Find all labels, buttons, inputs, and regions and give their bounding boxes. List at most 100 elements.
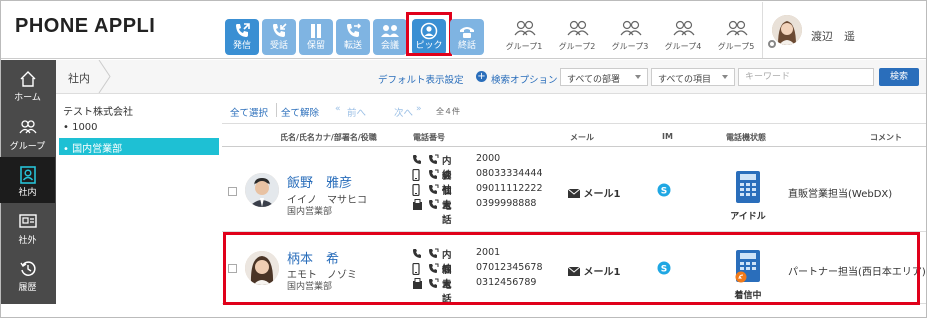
default-display-settings-link[interactable]: デフォルト表示設定 [378, 72, 464, 86]
divider [276, 103, 277, 117]
group-1-button[interactable]: グループ1 [500, 18, 548, 56]
user-avatar[interactable] [772, 15, 802, 45]
mail-link[interactable]: メール1 [567, 185, 621, 200]
tree-item[interactable]: • 1000 [63, 122, 98, 133]
plus-circle-icon: + [476, 71, 487, 82]
row-highlight [223, 232, 920, 305]
group-icon [514, 20, 536, 36]
internal-directory-icon [0, 166, 55, 184]
group-1-label: グループ1 [505, 42, 543, 51]
group-4-button[interactable]: グループ4 [659, 18, 707, 56]
desk-phone-icon [736, 171, 760, 203]
item-select-value: すべての項目 [658, 75, 712, 85]
phone-status: アイドル [730, 170, 766, 222]
sidebar-item-label: ホーム [14, 93, 41, 103]
mobile-icon [412, 183, 420, 199]
contact-department: 国内営業部 [287, 207, 333, 217]
transfer-button[interactable]: 転送 [336, 19, 370, 55]
phone-number: 09011112222 [476, 183, 543, 194]
mobile-icon [412, 168, 420, 184]
hangup-label: 終話 [457, 41, 476, 51]
phone-number: 08033334444 [476, 168, 543, 179]
phone-type: 電話 [442, 201, 452, 226]
tree-item-label: 国内営業部 [72, 144, 123, 155]
sidebar-item-label: 社内 [18, 188, 37, 198]
deselect-all-link[interactable]: 全て解除 [281, 105, 319, 119]
group-5-label: グループ5 [717, 42, 755, 51]
sidebar-item-external[interactable]: 社外 [0, 205, 55, 251]
call-icon[interactable] [428, 184, 439, 198]
phone-status-label: アイドル [730, 212, 766, 222]
sidebar-item-group[interactable]: グループ [0, 111, 55, 157]
home-icon [0, 71, 55, 87]
sidebar-item-label: 履歴 [18, 283, 37, 293]
contact-name-link[interactable]: 飯野 雅彦 [287, 172, 352, 191]
table-header: 氏名/氏名カナ/部署名/役職 電話番号 メール IM 電話機状態 コメント [222, 125, 926, 147]
group-3-button[interactable]: グループ3 [606, 18, 654, 56]
tree-root[interactable]: テスト株式会社 [63, 103, 133, 118]
phone-number: 0399998888 [476, 198, 537, 209]
keyword-input[interactable] [738, 68, 874, 86]
sidebar-item-label: 社外 [18, 236, 37, 246]
search-button[interactable]: 検索 [879, 68, 919, 86]
list-controls: 全て選択 全て解除 « 前へ 次へ » 全４件 [222, 94, 926, 124]
mail-label: メール1 [583, 189, 621, 200]
phone-icon [412, 154, 422, 168]
answer-button[interactable]: 受話 [262, 19, 296, 55]
call-icon[interactable] [428, 154, 439, 168]
group-icon [567, 20, 589, 36]
table-row[interactable]: 飯野 雅彦 イイノ マサヒコ 国内営業部 内線 2000 会社 08033334… [222, 148, 926, 232]
col-mail: メール [570, 133, 594, 142]
caret-down-icon [722, 75, 728, 79]
gear-icon[interactable] [768, 40, 776, 48]
col-im: IM [662, 132, 673, 141]
group-icon [673, 20, 695, 36]
item-select[interactable]: すべての項目 [651, 68, 735, 86]
conference-icon [373, 22, 407, 40]
tree-item-selected[interactable]: • 国内営業部 [59, 138, 219, 155]
phone-incoming-icon [262, 22, 296, 40]
phone-transfer-icon [336, 22, 370, 40]
sidebar-item-label: グループ [9, 142, 46, 152]
group-4-label: グループ4 [664, 42, 702, 51]
group-icon [620, 20, 642, 36]
row-checkbox[interactable] [228, 187, 237, 196]
sidebar-item-internal[interactable]: 社内 [0, 157, 55, 203]
sidebar-item-home[interactable]: ホーム [0, 62, 55, 108]
double-chevron-right-icon: » [416, 104, 422, 114]
group-5-button[interactable]: グループ5 [712, 18, 760, 56]
hold-label: 保留 [306, 41, 325, 51]
hold-button[interactable]: 保留 [299, 19, 333, 55]
app-logo: PHONE APPLI [15, 15, 156, 37]
pickup-highlight [406, 12, 452, 56]
dial-label: 発信 [232, 41, 251, 51]
call-icon[interactable] [428, 169, 439, 183]
hangup-icon [450, 22, 484, 40]
header-divider [762, 2, 763, 58]
prev-page-link[interactable]: 前へ [347, 105, 366, 119]
col-comment: コメント [870, 133, 902, 142]
next-page-link[interactable]: 次へ [394, 105, 413, 119]
breadcrumb-label: 社内 [68, 72, 90, 85]
pause-icon [299, 22, 333, 40]
search-options-link[interactable]: 検索オプション [491, 72, 558, 86]
group-3-label: グループ3 [611, 42, 649, 51]
col-name: 氏名/氏名カナ/部署名/役職 [280, 133, 377, 142]
dial-button[interactable]: 発信 [225, 19, 259, 55]
phone-number: 2000 [476, 153, 501, 164]
mail-icon [567, 188, 581, 198]
conference-button[interactable]: 会議 [373, 19, 407, 55]
select-all-link[interactable]: 全て選択 [230, 105, 268, 119]
total-count: 全４件 [436, 107, 460, 116]
call-icon[interactable] [428, 199, 439, 213]
double-chevron-left-icon: « [335, 104, 341, 114]
group-2-button[interactable]: グループ2 [553, 18, 601, 56]
sidebar-item-history[interactable]: 履歴 [0, 252, 55, 298]
department-select[interactable]: すべての部署 [560, 68, 648, 86]
skype-icon[interactable]: S [657, 183, 671, 200]
history-icon [0, 261, 55, 277]
hangup-button[interactable]: 終話 [450, 19, 484, 55]
answer-label: 受話 [269, 41, 288, 51]
department-tree: テスト株式会社 • 1000 • 国内営業部 [56, 94, 222, 304]
col-phone-status: 電話機状態 [726, 133, 766, 142]
